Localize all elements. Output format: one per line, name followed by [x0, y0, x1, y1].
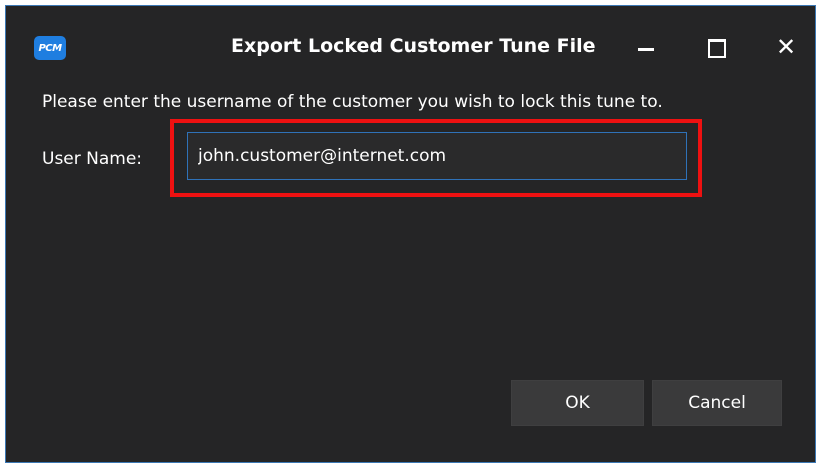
export-dialog-window: PCM Export Locked Customer Tune File ✕ P…: [5, 5, 816, 463]
title-bar[interactable]: PCM Export Locked Customer Tune File ✕: [6, 6, 815, 88]
instruction-text: Please enter the username of the custome…: [42, 92, 663, 112]
window-title: Export Locked Customer Tune File: [231, 35, 596, 57]
pcm-app-icon: PCM: [34, 36, 66, 60]
close-button[interactable]: ✕: [768, 30, 808, 66]
close-icon: ✕: [776, 33, 797, 61]
maximize-button[interactable]: [696, 30, 736, 66]
username-label: User Name:: [42, 149, 143, 169]
minimize-icon: [638, 48, 654, 51]
username-input[interactable]: [187, 132, 687, 180]
ok-button[interactable]: OK: [511, 380, 644, 426]
maximize-icon: [708, 39, 726, 58]
minimize-button[interactable]: [625, 30, 665, 66]
cancel-button[interactable]: Cancel: [652, 380, 782, 426]
